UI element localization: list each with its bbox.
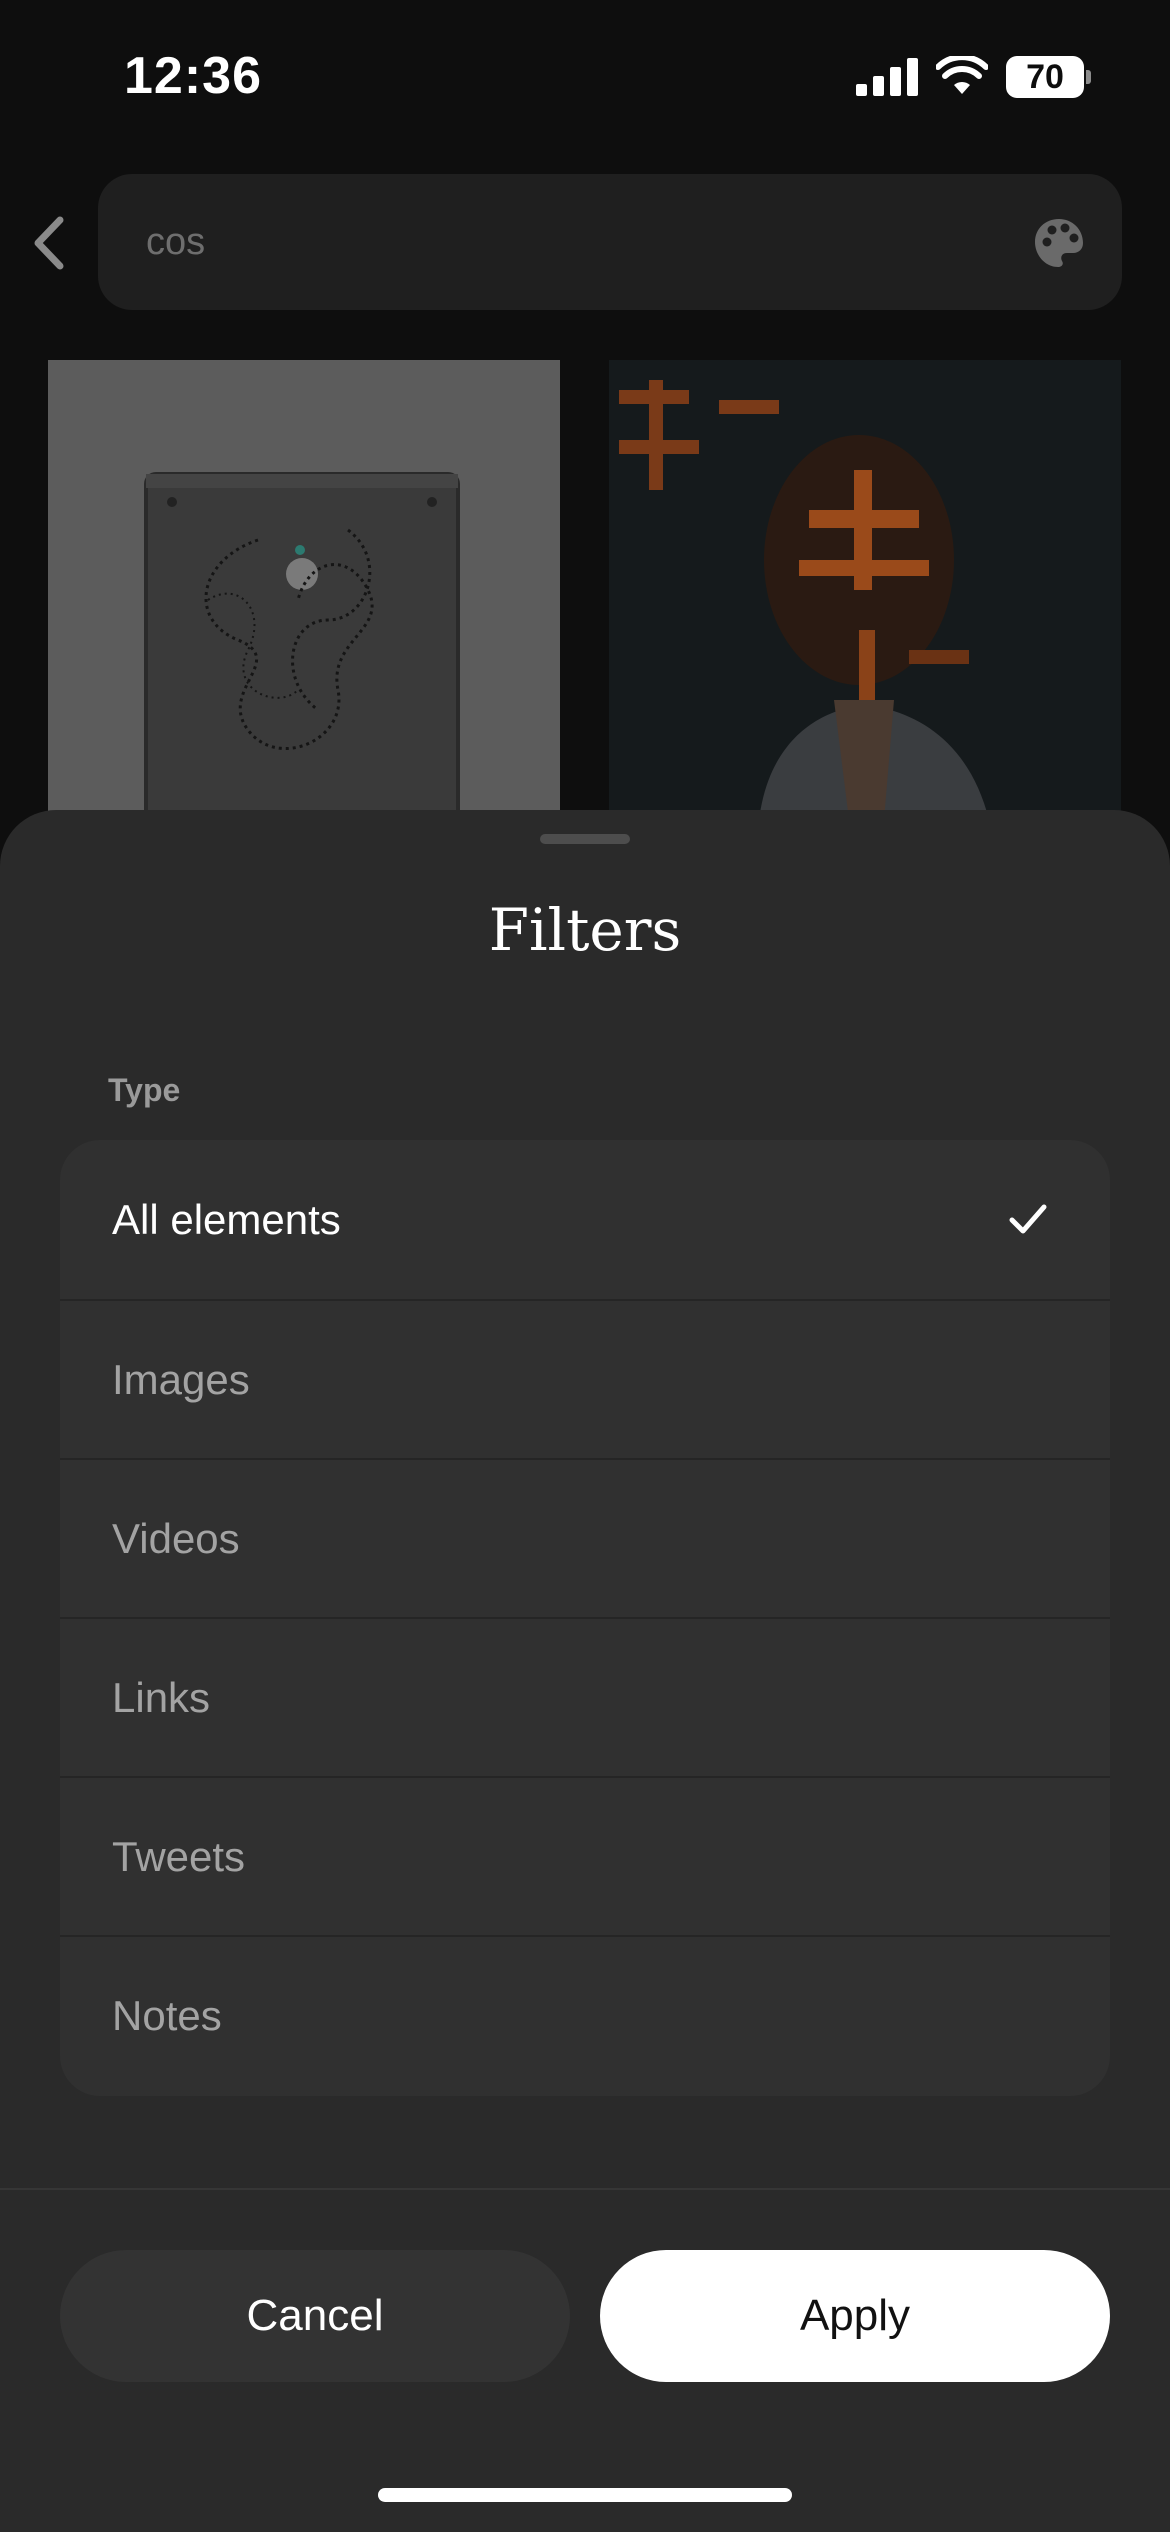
option-tweets[interactable]: Tweets: [60, 1776, 1110, 1935]
back-button[interactable]: [26, 212, 76, 274]
result-image-engraved-plate[interactable]: [48, 360, 560, 820]
checkmark-icon: [1009, 1204, 1047, 1234]
result-image-projection-portrait[interactable]: [609, 360, 1121, 820]
option-label: Tweets: [112, 1832, 246, 1880]
option-label: Videos: [112, 1514, 240, 1562]
engraved-plate-image: [48, 360, 560, 820]
filters-sheet: Filters Type All elements Images Videos …: [0, 810, 1170, 2532]
option-label: Links: [112, 1673, 211, 1721]
battery-level: 70: [1026, 58, 1064, 96]
palette-icon[interactable]: [1032, 216, 1086, 270]
option-all-elements[interactable]: All elements: [60, 1140, 1110, 1299]
wifi-icon: [936, 56, 988, 94]
option-label: Images: [112, 1355, 250, 1403]
apply-button[interactable]: Apply: [600, 2250, 1110, 2382]
option-videos[interactable]: Videos: [60, 1458, 1110, 1617]
type-options-list: All elements Images Videos Links Tweets …: [60, 1140, 1110, 2096]
status-bar: 12:36 70: [0, 0, 1170, 150]
home-indicator[interactable]: [378, 2488, 792, 2502]
option-label: All elements: [112, 1195, 341, 1243]
sheet-title: Filters: [488, 896, 682, 964]
option-links[interactable]: Links: [60, 1617, 1110, 1776]
search-input[interactable]: cos: [98, 174, 1122, 310]
option-notes[interactable]: Notes: [60, 1935, 1110, 2094]
projection-portrait-image: [609, 360, 1121, 820]
sheet-drag-handle[interactable]: [540, 834, 630, 844]
option-label: Notes: [112, 1991, 222, 2039]
cancel-button[interactable]: Cancel: [60, 2250, 570, 2382]
status-time: 12:36: [124, 47, 262, 105]
screen: 12:36 70 cos Filters Type All elements I…: [0, 0, 1170, 2532]
battery-cap: [1086, 70, 1091, 84]
battery-icon: 70: [1006, 56, 1091, 98]
type-section-label: Type: [108, 1072, 181, 1108]
cellular-signal-icon: [856, 58, 918, 96]
option-images[interactable]: Images: [60, 1299, 1110, 1458]
footer-divider: [0, 2188, 1170, 2190]
search-query: cos: [146, 221, 206, 263]
